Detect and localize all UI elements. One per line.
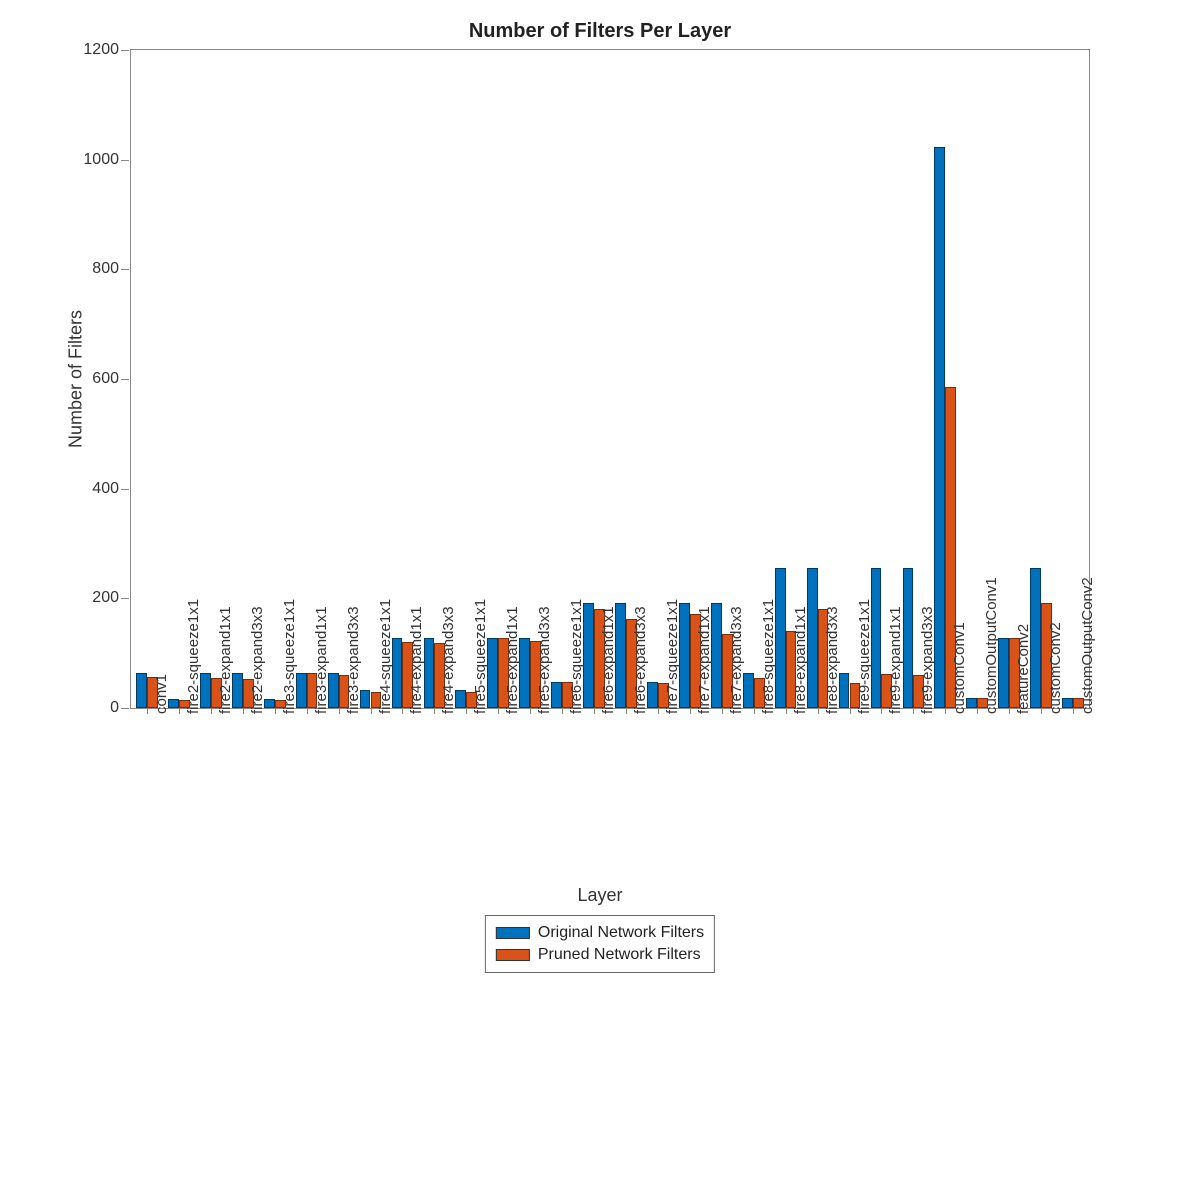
bar-original bbox=[455, 690, 466, 708]
x-tick bbox=[339, 708, 340, 714]
bar-original bbox=[903, 568, 914, 708]
y-tick bbox=[121, 598, 129, 599]
x-tick bbox=[945, 708, 946, 714]
y-tick bbox=[121, 489, 129, 490]
bar-original bbox=[424, 638, 435, 708]
x-tick bbox=[498, 708, 499, 714]
bar-original bbox=[871, 568, 882, 708]
bar-original bbox=[360, 690, 371, 708]
bar-original bbox=[679, 603, 690, 708]
x-tick bbox=[626, 708, 627, 714]
plot-inner: 020040060080010001200conv1fire2-squeeze1… bbox=[131, 50, 1089, 708]
y-tick-label: 0 bbox=[110, 699, 119, 717]
x-tick bbox=[243, 708, 244, 714]
bar-original bbox=[487, 638, 498, 708]
y-tick bbox=[121, 379, 129, 380]
bar-original bbox=[807, 568, 818, 708]
x-tick bbox=[179, 708, 180, 714]
y-tick-label: 800 bbox=[92, 260, 119, 278]
chart-title: Number of Filters Per Layer bbox=[60, 20, 1140, 43]
bar-original bbox=[775, 568, 786, 708]
x-tick bbox=[594, 708, 595, 714]
plot-area: Number of Filters 020040060080010001200c… bbox=[130, 49, 1090, 709]
bar-original bbox=[934, 147, 945, 708]
x-tick bbox=[786, 708, 787, 714]
y-axis-label: Number of Filters bbox=[66, 310, 87, 448]
x-axis-label: Layer bbox=[577, 885, 622, 906]
x-tick bbox=[307, 708, 308, 714]
bar-original bbox=[392, 638, 403, 708]
x-tick bbox=[562, 708, 563, 714]
x-tick bbox=[850, 708, 851, 714]
x-tick bbox=[1041, 708, 1042, 714]
x-tick bbox=[722, 708, 723, 714]
x-tick-label: customOutputConv2 bbox=[1079, 577, 1096, 714]
bar-original bbox=[839, 673, 850, 708]
legend: Original Network Filters Pruned Network … bbox=[485, 915, 715, 973]
y-tick-label: 600 bbox=[92, 370, 119, 388]
legend-entry-pruned: Pruned Network Filters bbox=[496, 944, 704, 966]
bar-original bbox=[296, 673, 307, 708]
bar-original bbox=[647, 682, 658, 708]
x-tick bbox=[754, 708, 755, 714]
bar-original bbox=[519, 638, 530, 708]
x-tick bbox=[818, 708, 819, 714]
bar-original bbox=[264, 699, 275, 708]
x-tick bbox=[530, 708, 531, 714]
y-tick bbox=[121, 269, 129, 270]
x-tick bbox=[275, 708, 276, 714]
x-tick bbox=[466, 708, 467, 714]
x-tick bbox=[913, 708, 914, 714]
bar-original bbox=[998, 638, 1009, 708]
bar-original bbox=[711, 603, 722, 708]
bar-original bbox=[1062, 698, 1073, 708]
x-tick bbox=[371, 708, 372, 714]
bar-original bbox=[328, 673, 339, 708]
bar-original bbox=[966, 698, 977, 708]
legend-label-original: Original Network Filters bbox=[538, 922, 704, 944]
x-tick bbox=[658, 708, 659, 714]
y-tick-label: 1200 bbox=[83, 41, 119, 59]
bar-original bbox=[583, 603, 594, 708]
bar-original bbox=[200, 673, 211, 708]
y-tick-label: 1000 bbox=[83, 151, 119, 169]
bar-original bbox=[615, 603, 626, 708]
bar-original bbox=[743, 673, 754, 708]
legend-swatch-pruned bbox=[496, 949, 530, 961]
chart-container: Number of Filters Per Layer Number of Fi… bbox=[60, 20, 1140, 920]
legend-entry-original: Original Network Filters bbox=[496, 922, 704, 944]
bar-original bbox=[1030, 568, 1041, 708]
bar-original bbox=[168, 699, 179, 708]
x-tick bbox=[402, 708, 403, 714]
legend-swatch-original bbox=[496, 927, 530, 939]
x-tick bbox=[881, 708, 882, 714]
x-tick bbox=[147, 708, 148, 714]
x-tick bbox=[1009, 708, 1010, 714]
x-tick bbox=[434, 708, 435, 714]
x-tick bbox=[211, 708, 212, 714]
y-tick bbox=[121, 708, 129, 709]
bar-original bbox=[551, 682, 562, 708]
x-tick bbox=[1073, 708, 1074, 714]
y-tick bbox=[121, 160, 129, 161]
bar-original bbox=[136, 673, 147, 708]
x-tick bbox=[977, 708, 978, 714]
x-tick bbox=[690, 708, 691, 714]
y-tick-label: 200 bbox=[92, 589, 119, 607]
x-tick-label: fire2-expand3x3 bbox=[249, 606, 266, 714]
y-tick bbox=[121, 50, 129, 51]
legend-label-pruned: Pruned Network Filters bbox=[538, 944, 701, 966]
y-tick-label: 400 bbox=[92, 480, 119, 498]
bar-original bbox=[232, 673, 243, 708]
